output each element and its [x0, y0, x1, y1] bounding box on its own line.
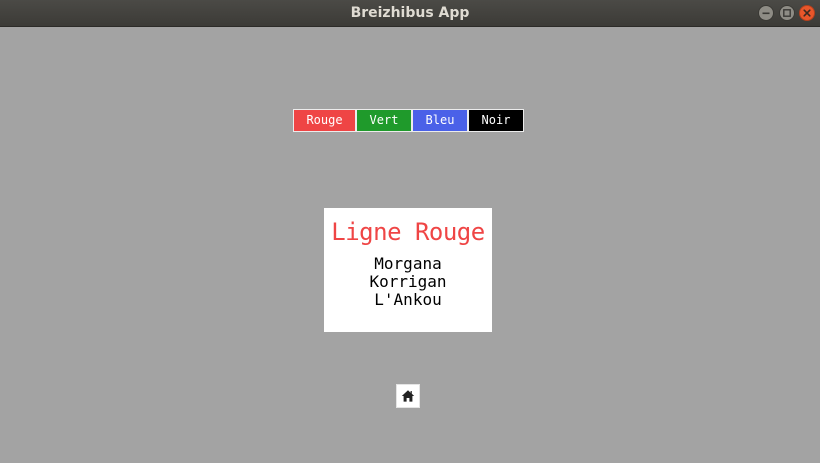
maximize-button[interactable]: [779, 5, 795, 21]
window-title: Breizhibus App: [350, 5, 470, 21]
close-icon: [803, 9, 811, 17]
bleu-button[interactable]: Bleu: [412, 109, 468, 132]
close-button[interactable]: [799, 5, 815, 21]
minimize-icon: [762, 12, 770, 15]
noir-button[interactable]: Noir: [468, 109, 524, 132]
maximize-icon: [783, 9, 791, 17]
vert-button[interactable]: Vert: [356, 109, 412, 132]
line-card: Ligne Rouge Morgana Korrigan L'Ankou: [324, 208, 492, 332]
stop-item: L'Ankou: [374, 290, 442, 309]
stop-item: Morgana: [374, 254, 442, 273]
home-icon: [401, 390, 415, 402]
line-title: Ligne Rouge: [331, 218, 485, 246]
window-titlebar: Breizhibus App: [0, 0, 820, 27]
minimize-button[interactable]: [758, 5, 774, 21]
stop-item: Korrigan: [369, 272, 447, 291]
home-button[interactable]: [396, 384, 420, 408]
rouge-button[interactable]: Rouge: [293, 109, 356, 132]
stop-list: Morgana Korrigan L'Ankou: [324, 255, 492, 309]
